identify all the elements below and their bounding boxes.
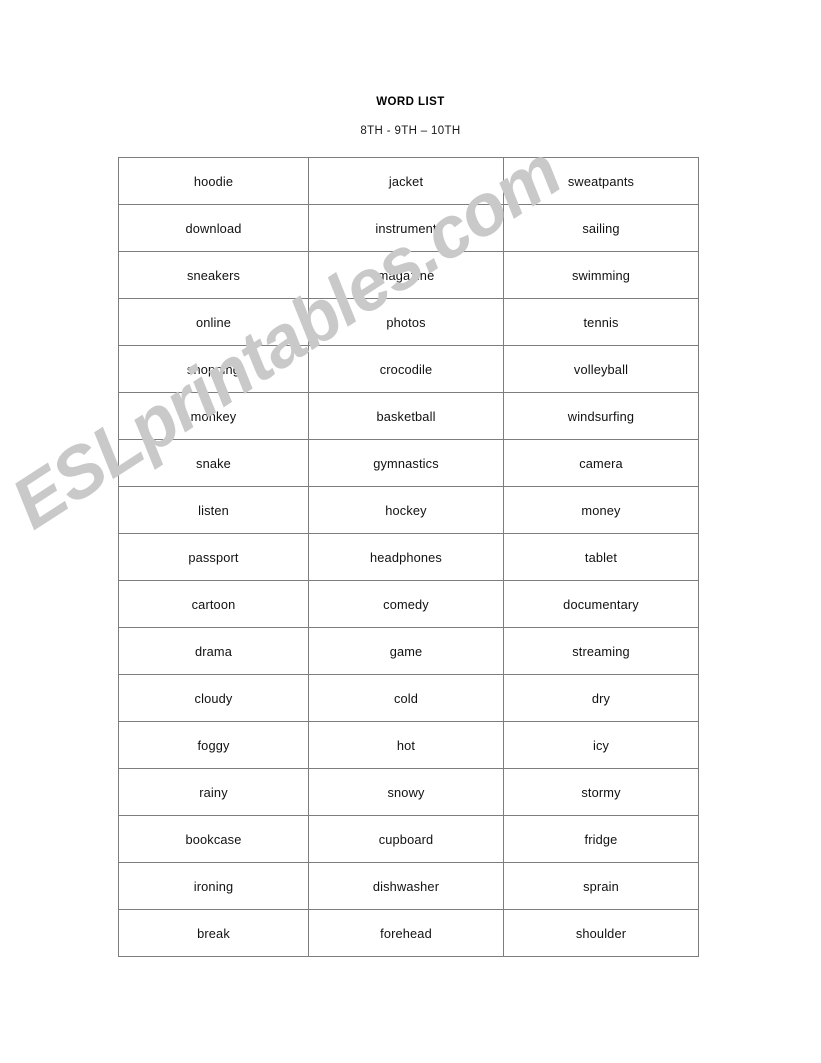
word-cell: hot xyxy=(308,721,504,769)
table-row: cartoon comedy documentary xyxy=(118,580,699,628)
word-cell: bookcase xyxy=(118,815,309,863)
word-cell: fridge xyxy=(503,815,699,863)
word-cell: listen xyxy=(118,486,309,534)
word-cell: volleyball xyxy=(503,345,699,393)
table-row: monkey basketball windsurfing xyxy=(118,392,699,440)
table-row: snake gymnastics camera xyxy=(118,439,699,487)
table-row: foggy hot icy xyxy=(118,721,699,769)
word-cell: break xyxy=(118,909,309,957)
word-cell: hoodie xyxy=(118,157,309,205)
word-cell: tablet xyxy=(503,533,699,581)
word-cell: foggy xyxy=(118,721,309,769)
word-cell: shoulder xyxy=(503,909,699,957)
word-cell: cold xyxy=(308,674,504,722)
word-cell: documentary xyxy=(503,580,699,628)
word-cell: snowy xyxy=(308,768,504,816)
word-cell: sailing xyxy=(503,204,699,252)
word-cell: sprain xyxy=(503,862,699,910)
table-row: ironing dishwasher sprain xyxy=(118,862,699,910)
word-cell: download xyxy=(118,204,309,252)
word-cell: sneakers xyxy=(118,251,309,299)
word-cell: forehead xyxy=(308,909,504,957)
word-cell: comedy xyxy=(308,580,504,628)
word-cell: stormy xyxy=(503,768,699,816)
word-cell: sweatpants xyxy=(503,157,699,205)
word-list-table: hoodie jacket sweatpants download instrument… xyxy=(118,157,699,957)
word-cell: icy xyxy=(503,721,699,769)
table-row: break forehead shoulder xyxy=(118,909,699,957)
word-cell: online xyxy=(118,298,309,346)
word-cell: game xyxy=(308,627,504,675)
word-cell: tennis xyxy=(503,298,699,346)
word-cell: dry xyxy=(503,674,699,722)
table-row: download instrument sailing xyxy=(118,204,699,252)
word-cell: cupboard xyxy=(308,815,504,863)
word-cell: windsurfing xyxy=(503,392,699,440)
word-cell: photos xyxy=(308,298,504,346)
table-row: online photos tennis xyxy=(118,298,699,346)
word-cell: passport xyxy=(118,533,309,581)
word-cell: jacket xyxy=(308,157,504,205)
table-row: passport headphones tablet xyxy=(118,533,699,581)
word-cell: gymnastics xyxy=(308,439,504,487)
word-cell: cartoon xyxy=(118,580,309,628)
table-row: cloudy cold dry xyxy=(118,674,699,722)
word-cell: monkey xyxy=(118,392,309,440)
word-cell: shopping xyxy=(118,345,309,393)
table-row: listen hockey money xyxy=(118,486,699,534)
table-row: rainy snowy stormy xyxy=(118,768,699,816)
word-cell: snake xyxy=(118,439,309,487)
word-cell: swimming xyxy=(503,251,699,299)
word-cell: hockey xyxy=(308,486,504,534)
page-subtitle: 8TH - 9TH – 10TH xyxy=(360,125,461,137)
word-list-body: hoodie jacket sweatpants download instrument… xyxy=(118,157,699,957)
word-cell: cloudy xyxy=(118,674,309,722)
table-row: hoodie jacket sweatpants xyxy=(118,157,699,205)
word-cell: headphones xyxy=(308,533,504,581)
worksheet-page: WORD LIST 8TH - 9TH – 10TH hoodie jacket s… xyxy=(0,0,821,1063)
table-row: drama game streaming xyxy=(118,627,699,675)
word-cell: drama xyxy=(118,627,309,675)
word-cell: money xyxy=(503,486,699,534)
word-cell: dishwasher xyxy=(308,862,504,910)
table-row: sneakers magazine swimming xyxy=(118,251,699,299)
table-row: shopping crocodile volleyball xyxy=(118,345,699,393)
page-title: WORD LIST xyxy=(376,96,445,108)
word-cell: ironing xyxy=(118,862,309,910)
word-cell: rainy xyxy=(118,768,309,816)
table-row: bookcase cupboard fridge xyxy=(118,815,699,863)
word-cell: camera xyxy=(503,439,699,487)
word-cell: basketball xyxy=(308,392,504,440)
word-cell: magazine xyxy=(308,251,504,299)
word-cell: instrument xyxy=(308,204,504,252)
word-cell: crocodile xyxy=(308,345,504,393)
word-cell: streaming xyxy=(503,627,699,675)
